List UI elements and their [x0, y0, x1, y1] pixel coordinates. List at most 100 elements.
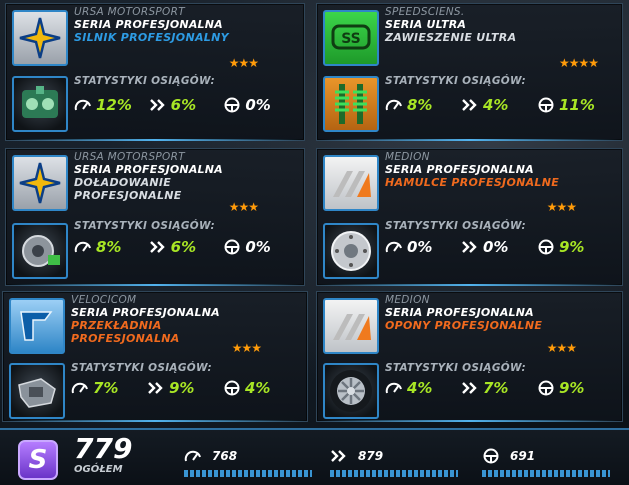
acceleration-value: 9%	[169, 379, 195, 397]
total-rating: 779	[74, 432, 133, 465]
handling-value: 0%	[245, 238, 271, 256]
handling-value: 4%	[245, 379, 271, 397]
medion-logo-icon	[323, 298, 379, 354]
suspension-icon	[323, 76, 379, 132]
acceleration-icon	[461, 380, 479, 396]
gearbox-icon	[9, 363, 65, 419]
acceleration-value: 4%	[483, 96, 509, 114]
svg-text:SS: SS	[341, 31, 361, 47]
ss-logo-icon: SS	[323, 10, 379, 66]
acceleration-icon	[147, 380, 165, 396]
top-speed-value: 8%	[96, 238, 122, 256]
part-name: OPONY PROFESJONALNE	[385, 319, 543, 332]
speedometer-icon	[74, 97, 92, 113]
series-name: SERIA PROFESJONALNA	[74, 163, 223, 176]
top-speed-value: 12%	[96, 96, 132, 114]
acceleration-bar	[330, 470, 458, 477]
star-rating: ★★★	[546, 341, 577, 355]
acceleration-icon	[330, 448, 348, 464]
part-name: ZAWIESZENIE ULTRA	[385, 31, 517, 44]
speedometer-icon	[74, 239, 92, 255]
steering-wheel-icon	[223, 97, 241, 113]
acceleration-value: 7%	[483, 379, 509, 397]
total-label: OGÓŁEM	[74, 464, 123, 475]
top-speed-value: 0%	[407, 238, 433, 256]
part-name: HAMULCE PROFESJONALNE	[385, 176, 560, 189]
brand-name: MEDION	[385, 151, 430, 163]
tire-icon	[323, 363, 379, 419]
stat-heading: STATYSTYKI OSIĄGÓW:	[385, 75, 527, 87]
handling-value: 11%	[559, 96, 595, 114]
top-speed-bar	[184, 470, 312, 477]
series-name: SERIA PROFESJONALNA	[385, 306, 534, 319]
summary-bar: S 779 OGÓŁEM 768 879 691	[0, 428, 629, 485]
handling-value: 9%	[559, 379, 585, 397]
velocicom-logo-icon	[9, 298, 65, 354]
stat-heading: STATYSTYKI OSIĄGÓW:	[71, 362, 213, 374]
part-name-line-2: PROFESJONALNA	[71, 332, 180, 345]
steering-wheel-icon	[223, 239, 241, 255]
speedometer-icon	[184, 448, 202, 464]
series-name: SERIA PROFESJONALNA	[71, 306, 220, 319]
speedometer-icon	[71, 380, 89, 396]
series-name: SERIA ULTRA	[385, 18, 467, 31]
turbo-icon	[12, 223, 68, 279]
acceleration-icon	[461, 239, 479, 255]
brand-name: URSA MOTORSPORT	[74, 6, 185, 18]
summary-acceleration: 879	[358, 449, 384, 463]
speedometer-icon	[385, 239, 403, 255]
part-card-turbo[interactable]: URSA MOTORSPORT SERIA PROFESJONALNA DOŁA…	[5, 148, 305, 286]
acceleration-value: 6%	[170, 96, 197, 114]
part-card-suspension[interactable]: SS SPEEDSCIENS. SERIA ULTRA ZAWIESZENIE …	[316, 3, 623, 141]
steering-wheel-icon	[537, 380, 555, 396]
part-card-gearbox[interactable]: VELOCICOM SERIA PROFESJONALNA PRZEKŁADNI…	[2, 291, 308, 422]
part-card-engine[interactable]: URSA MOTORSPORT SERIA PROFESJONALNA SILN…	[5, 3, 305, 141]
part-card-brakes[interactable]: MEDION SERIA PROFESJONALNA HAMULCE PROFE…	[316, 148, 623, 286]
handling-bar	[482, 470, 610, 477]
steering-wheel-icon	[482, 448, 500, 464]
part-name-line-2: PROFESJONALNE	[74, 189, 182, 202]
series-name: SERIA PROFESJONALNA	[74, 18, 223, 31]
engine-icon	[12, 76, 68, 132]
stat-heading: STATYSTYKI OSIĄGÓW:	[385, 220, 527, 232]
summary-top-speed: 768	[212, 449, 238, 463]
star-rating: ★★★	[228, 200, 259, 214]
stat-heading: STATYSTYKI OSIĄGÓW:	[385, 362, 527, 374]
star-rating: ★★★★	[558, 56, 599, 70]
class-badge: S	[18, 440, 58, 480]
steering-wheel-icon	[537, 239, 555, 255]
star-rating: ★★★	[228, 56, 259, 70]
star-rating: ★★★	[231, 341, 262, 355]
star-emblem-icon	[12, 155, 68, 211]
part-name-line-1: DOŁADOWANIE	[74, 176, 172, 189]
top-speed-value: 8%	[407, 96, 433, 114]
star-rating: ★★★	[546, 200, 577, 214]
brand-name: MEDION	[385, 294, 430, 306]
acceleration-value: 0%	[483, 238, 509, 256]
brake-disc-icon	[323, 223, 379, 279]
series-name: SERIA PROFESJONALNA	[385, 163, 534, 176]
speedometer-icon	[385, 97, 403, 113]
brand-name: VELOCICOM	[71, 294, 137, 306]
steering-wheel-icon	[223, 380, 241, 396]
star-emblem-icon	[12, 10, 68, 66]
handling-value: 0%	[245, 96, 271, 114]
stat-heading: STATYSTYKI OSIĄGÓW:	[74, 220, 216, 232]
speedometer-icon	[385, 380, 403, 396]
stat-heading: STATYSTYKI OSIĄGÓW:	[74, 75, 216, 87]
part-name: SILNIK PROFESJONALNY	[74, 31, 229, 44]
top-speed-value: 4%	[407, 379, 433, 397]
acceleration-icon	[149, 97, 167, 113]
brand-name: URSA MOTORSPORT	[74, 151, 185, 163]
steering-wheel-icon	[537, 97, 555, 113]
summary-handling: 691	[510, 449, 536, 463]
part-name-line-1: PRZEKŁADNIA	[71, 319, 162, 332]
acceleration-value: 6%	[170, 238, 197, 256]
handling-value: 9%	[559, 238, 585, 256]
top-speed-value: 7%	[93, 379, 119, 397]
acceleration-icon	[149, 239, 167, 255]
brand-name: SPEEDSCIENS.	[385, 6, 465, 18]
part-card-tires[interactable]: MEDION SERIA PROFESJONALNA OPONY PROFESJ…	[316, 291, 623, 422]
acceleration-icon	[461, 97, 479, 113]
medion-logo-icon	[323, 155, 379, 211]
